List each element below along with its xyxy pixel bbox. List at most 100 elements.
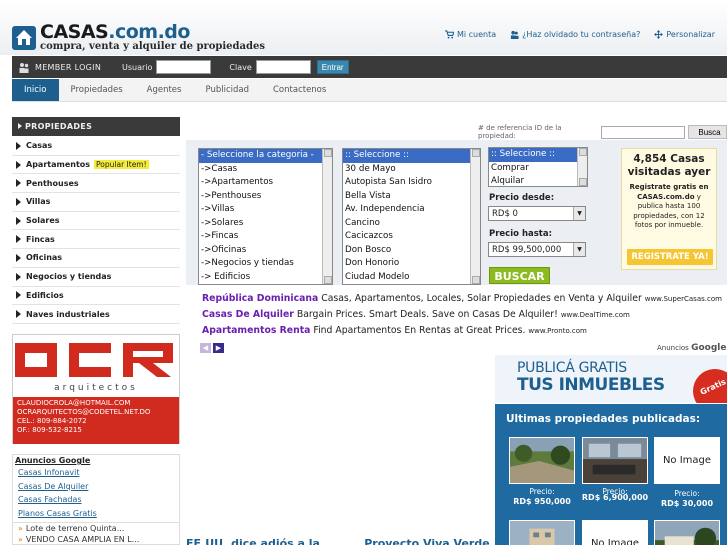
visits-count: 4,854 Casas visitadas ayer [627, 153, 711, 178]
list-option[interactable]: Autopista San Isidro [343, 176, 480, 190]
text-ads: República Dominicana Casas, Apartamentos… [202, 291, 722, 339]
scrollbar[interactable] [322, 149, 332, 284]
google-box-title[interactable]: Anuncios Google [13, 455, 179, 466]
buscar-button[interactable]: BUSCAR [489, 267, 550, 284]
ad-item[interactable]: República Dominicana Casas, Apartamentos… [202, 291, 722, 307]
ad-item[interactable]: Apartamentos Renta Find Apartamentos En … [202, 323, 722, 339]
member-login: MEMBER LOGIN [18, 62, 122, 73]
news-headline[interactable]: EE.UU. dice adiós a la ... [186, 537, 336, 545]
list-option[interactable]: ->Penthouses [199, 190, 332, 204]
sidebar-item-naves[interactable]: Naves industriales [12, 305, 180, 324]
login-button[interactable]: Entrar [316, 60, 349, 74]
forgot-password-link[interactable]: ¿Haz olvidado tu contraseña? [510, 30, 640, 39]
list-option[interactable]: - Seleccione la categoria - [199, 149, 332, 163]
ref-id-input[interactable] [600, 125, 685, 139]
list-option[interactable]: ->Casas [199, 163, 332, 177]
triangle-icon [16, 141, 21, 150]
scroll-up-icon[interactable] [472, 149, 480, 157]
ocr-logo [15, 343, 173, 377]
sidebar-item-penthouses[interactable]: Penthouses [12, 174, 180, 194]
main-nav: Inicio Propiedades Agentes Publicidad Co… [12, 79, 727, 102]
register-button[interactable]: REGISTRATE YA! [627, 249, 713, 265]
banner-line-2: TUS INMUEBLES [517, 375, 665, 395]
sidebar-item-apartamentos[interactable]: Apartamentos Popular Item! [12, 156, 180, 175]
publica-gratis-banner[interactable]: PUBLICÁ GRATIS TUS INMUEBLES Gratis [495, 355, 727, 403]
property-photo[interactable] [654, 520, 720, 545]
my-account-link[interactable]: Mi cuenta [444, 30, 496, 39]
precio-hasta-select[interactable]: RD$ 99,500,000 ▼ [488, 242, 586, 257]
list-option[interactable]: Ciudad Modelo [343, 271, 480, 285]
scroll-down-icon[interactable] [579, 178, 587, 186]
news-headline[interactable]: Proyecto Viva Verde ... [364, 537, 506, 545]
list-option[interactable]: ->Fincas [199, 230, 332, 244]
property-photo[interactable] [582, 437, 648, 484]
arrow-icon [18, 123, 22, 129]
sidebar-item-edificios[interactable]: Edificios [12, 287, 180, 306]
no-image-placeholder[interactable]: No Image [582, 520, 648, 545]
next-arrow-icon[interactable]: ▶ [213, 343, 224, 353]
list-option[interactable]: Cancino [343, 217, 480, 231]
tab-contactenos[interactable]: Contactenos [261, 79, 338, 101]
precio-desde-select[interactable]: RD$ 0 ▼ [488, 206, 586, 221]
ocr-arquitectos-ad[interactable]: arquitectos CLAUDIOCROLA@HOTMAIL.COM OCR… [12, 334, 180, 444]
customize-link[interactable]: Personalizar [654, 30, 715, 39]
scroll-down-icon[interactable] [472, 276, 480, 284]
tab-publicidad[interactable]: Publicidad [193, 79, 261, 101]
list-option[interactable]: Don Bosco [343, 244, 480, 258]
scroll-down-icon[interactable] [324, 276, 332, 284]
scroll-up-icon[interactable] [324, 149, 332, 157]
list-option[interactable]: 30 de Mayo [343, 163, 480, 177]
list-option[interactable]: Alquilar [489, 175, 587, 186]
list-option[interactable]: Cacicazcos [343, 230, 480, 244]
google-link[interactable]: Casas Fachadas [13, 493, 179, 507]
list-option[interactable]: ->Solares [199, 217, 332, 231]
tab-propiedades[interactable]: Propiedades [59, 79, 135, 101]
tab-inicio[interactable]: Inicio [12, 79, 59, 101]
list-option[interactable]: ->Negocios y tiendas [199, 257, 332, 271]
property-photo[interactable] [509, 437, 575, 484]
username-input[interactable] [156, 60, 212, 74]
operation-listbox[interactable]: :: Seleccione :: Comprar Alquilar [488, 147, 588, 187]
list-option[interactable]: :: Seleccione :: [489, 148, 587, 162]
sidebar-item-casas[interactable]: Casas [12, 137, 180, 156]
list-option[interactable]: ->Apartamentos [199, 176, 332, 190]
sidebar-item-negocios[interactable]: Negocios y tiendas [12, 268, 180, 287]
logo-text[interactable]: CASAS.com.do [40, 21, 190, 43]
triangle-icon [16, 160, 21, 169]
category-listbox[interactable]: - Seleccione la categoria - ->Casas ->Ap… [198, 148, 333, 285]
triangle-icon [16, 235, 21, 244]
list-option[interactable]: ->Villas [199, 203, 332, 217]
sidebar-item-oficinas[interactable]: Oficinas [12, 249, 180, 268]
google-link[interactable]: Casas De Alquiler [13, 480, 179, 494]
list-option[interactable]: -> Edificios [199, 271, 332, 285]
ref-search-button[interactable]: Busca [687, 125, 727, 139]
recent-listing[interactable]: » VENDO CASA AMPLIA EN L... [13, 534, 179, 545]
tagline: compra, venta y alquiler de propiedades [40, 41, 265, 52]
list-option[interactable]: :: Seleccione :: [343, 149, 480, 163]
list-option[interactable]: Don Honorio [343, 257, 480, 271]
price-label: Precio: [674, 489, 700, 498]
prev-arrow-icon[interactable]: ◀ [200, 343, 211, 353]
property-photo[interactable] [509, 520, 575, 545]
sidebar-item-fincas[interactable]: Fincas [12, 230, 180, 250]
tab-agentes[interactable]: Agentes [135, 79, 194, 101]
scrollbar[interactable] [577, 148, 587, 186]
house-logo-icon[interactable] [12, 24, 36, 50]
sector-listbox[interactable]: :: Seleccione :: 30 de Mayo Autopista Sa… [342, 148, 481, 285]
recent-listing[interactable]: » Lote de terreno Quinta... [13, 523, 179, 534]
ocr-email-1: CLAUDIOCROLA@HOTMAIL.COM [17, 399, 131, 407]
ads-by-google[interactable]: Anuncios Google [657, 343, 726, 353]
sidebar-item-solares[interactable]: Solares [12, 212, 180, 231]
list-option[interactable]: Bella Vista [343, 190, 480, 204]
scroll-up-icon[interactable] [579, 148, 587, 156]
google-link[interactable]: Casas Infonavit [13, 466, 179, 480]
password-input[interactable] [255, 60, 311, 74]
no-image-placeholder[interactable]: No Image [654, 437, 720, 484]
scrollbar[interactable] [470, 149, 480, 284]
list-option[interactable]: Comprar [489, 162, 587, 176]
sidebar-item-villas[interactable]: Villas [12, 193, 180, 212]
ad-item[interactable]: Casas De Alquiler Bargain Prices. Smart … [202, 307, 722, 323]
google-link[interactable]: Planos Casas Gratis [13, 507, 179, 521]
list-option[interactable]: Av. Independencia [343, 203, 480, 217]
list-option[interactable]: ->Oficinas [199, 244, 332, 258]
